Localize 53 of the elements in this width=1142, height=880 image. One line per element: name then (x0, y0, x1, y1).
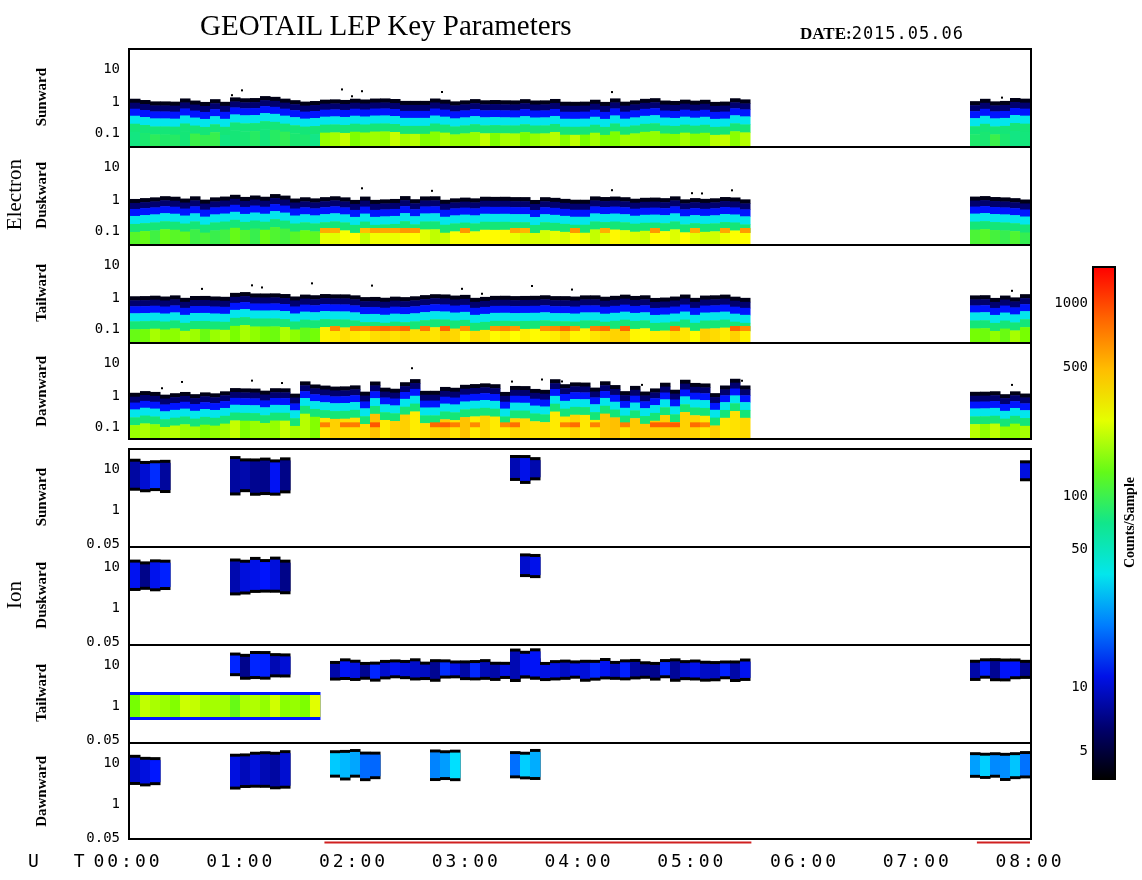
x-tick-label: 03:00 (431, 850, 501, 871)
panel-label: Dawnward (32, 755, 50, 827)
y-tick-label: 10 (103, 60, 120, 75)
axis-label: U T (27, 849, 92, 873)
y-tick-label: 0.05 (86, 536, 120, 551)
y-tick-label: 10 (103, 158, 120, 173)
y-tick-label: 10 (103, 256, 120, 271)
colorbar-tick-label: 10 (1071, 678, 1088, 693)
y-tick-label: 10 (103, 558, 120, 573)
panel-label: Duskward (32, 161, 50, 229)
y-tick-label: 10 (103, 460, 120, 475)
y-tick-label: 1 (111, 93, 120, 108)
y-tick-label: 0.1 (94, 125, 120, 140)
y-tick-label: 1 (111, 289, 120, 304)
x-tick-label: 08:00 (995, 850, 1065, 871)
plot-title: GEOTAIL LEP Key Parameters (200, 9, 573, 43)
y-tick-label: 1 (111, 599, 120, 614)
y-tick-label: 0.1 (94, 321, 120, 336)
group-label: Electron (1, 159, 27, 231)
x-tick-label: 00:00 (93, 850, 163, 871)
y-tick-label: 1 (111, 697, 120, 712)
panel-label: Tailward (32, 664, 50, 722)
date-text: DATE:2015.05.06 (800, 23, 964, 45)
y-tick-label: 0.05 (86, 830, 120, 845)
y-tick-label: 1 (111, 387, 120, 402)
x-tick-label: 05:00 (657, 850, 727, 871)
colorbar-tick-label: 5 (1079, 743, 1088, 758)
colorbar-title: Counts/Sample (1122, 477, 1138, 569)
panel-label: Duskward (32, 561, 50, 629)
panel-label: Sunward (32, 467, 50, 527)
colorbar-tick-label: 100 (1062, 488, 1088, 503)
x-tick-label: 02:00 (318, 850, 389, 871)
y-tick-label: 0.1 (94, 223, 120, 238)
colorbar-tick-label: 50 (1071, 541, 1088, 556)
y-tick-label: 0.1 (94, 419, 120, 434)
y-tick-label: 0.05 (86, 732, 120, 747)
colorbar-tick-label: 500 (1062, 359, 1088, 374)
panel-label: Dawnward (32, 355, 50, 427)
x-tick-label: 07:00 (882, 850, 952, 871)
panel-label: Tailward (32, 264, 50, 322)
panel-label: Sunward (32, 67, 50, 127)
x-tick-label: 06:00 (769, 850, 840, 871)
group-label: Ion (1, 581, 27, 609)
x-tick-label: 01:00 (206, 850, 276, 871)
y-tick-label: 10 (103, 754, 120, 769)
y-tick-label: 10 (103, 656, 120, 671)
y-tick-label: 1 (111, 795, 120, 810)
x-tick-label: 04:00 (544, 850, 614, 871)
y-tick-label: 10 (103, 354, 120, 369)
colorbar-tick-label: 1000 (1054, 294, 1088, 309)
y-tick-label: 1 (111, 191, 120, 206)
y-tick-label: 1 (111, 501, 120, 516)
y-tick-label: 0.05 (86, 634, 120, 649)
